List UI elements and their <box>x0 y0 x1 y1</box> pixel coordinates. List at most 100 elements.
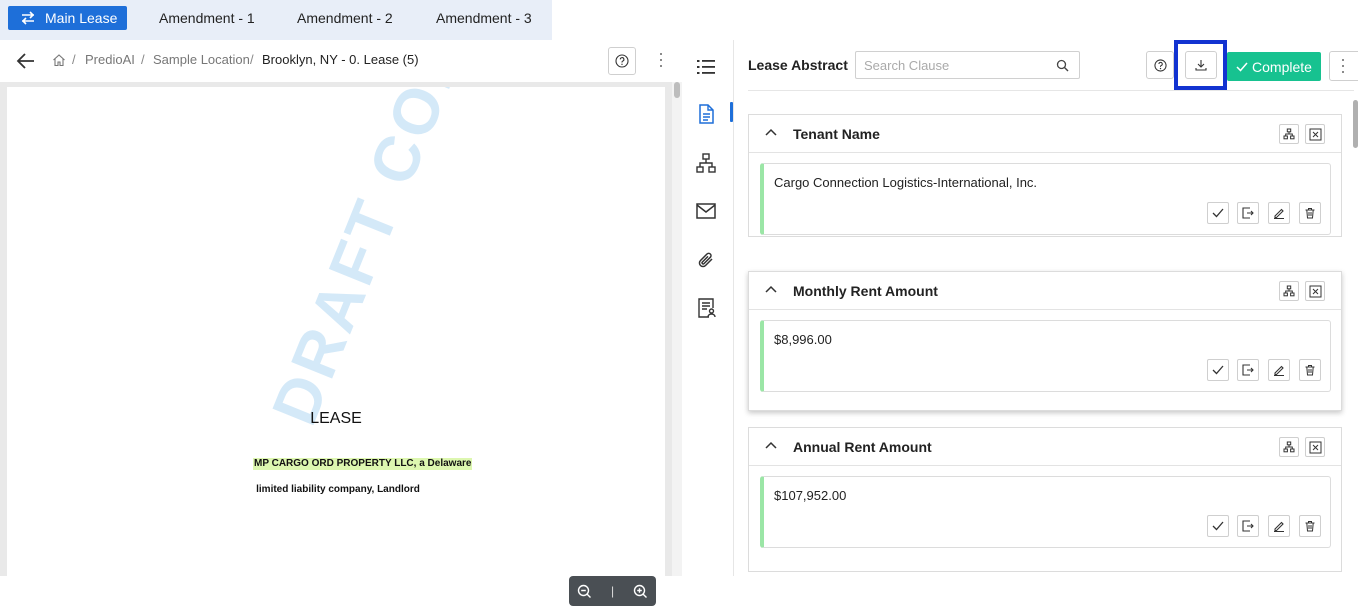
card-value[interactable]: $8,996.00 <box>774 332 832 347</box>
document-viewer-pane: / PredioAI / Sample Location / Brooklyn,… <box>0 40 682 606</box>
complete-button[interactable]: Complete <box>1227 52 1321 81</box>
active-indicator <box>730 102 733 122</box>
go-to-source-button[interactable] <box>1237 359 1259 381</box>
clause-card-monthly-rent: Monthly Rent Amount $8,996.00 <box>748 271 1342 411</box>
breadcrumb-current-document: Brooklyn, NY - 0. Lease (5) <box>262 52 419 67</box>
panel-title: Lease Abstract <box>748 57 848 73</box>
hierarchy-button[interactable] <box>1279 437 1299 457</box>
card-header: Monthly Rent Amount <box>749 272 1341 310</box>
card-title: Annual Rent Amount <box>793 439 932 455</box>
highlighted-clause-text[interactable]: MP CARGO ORD PROPERTY LLC, a Delaware <box>253 458 473 470</box>
collapse-chevron-icon[interactable] <box>765 441 777 449</box>
header-divider <box>748 90 1354 91</box>
collapse-chevron-icon[interactable] <box>765 128 777 136</box>
document-scrollbar[interactable] <box>672 82 682 576</box>
complete-label: Complete <box>1252 58 1312 75</box>
clause-card-tenant-name: Tenant Name Cargo Connection Logistics-I… <box>748 114 1342 237</box>
document-page: DRAFT COPY LEASE MP CARGO ORD PROPERTY L… <box>7 87 665 576</box>
clause-card-annual-rent: Annual Rent Amount $107,952.00 <box>748 427 1342 572</box>
card-header: Annual Rent Amount <box>749 428 1341 466</box>
card-value-box: Cargo Connection Logistics-International… <box>760 163 1331 235</box>
zoom-in-icon[interactable] <box>633 584 648 599</box>
card-title: Monthly Rent Amount <box>793 283 938 299</box>
list-icon[interactable] <box>695 56 717 78</box>
check-icon <box>1236 62 1248 72</box>
edit-button[interactable] <box>1268 515 1290 537</box>
breadcrumb-sample-location[interactable]: Sample Location <box>153 52 250 68</box>
card-value-box: $8,996.00 <box>760 320 1331 392</box>
hierarchy-icon <box>1283 285 1295 297</box>
breadcrumb-bar: / PredioAI / Sample Location / Brooklyn,… <box>0 40 682 82</box>
go-to-source-button[interactable] <box>1237 202 1259 224</box>
pencil-icon <box>1274 208 1284 219</box>
document-user-icon[interactable] <box>695 297 717 319</box>
excel-export-button[interactable] <box>1305 124 1325 144</box>
pencil-icon <box>1274 365 1284 376</box>
edit-button[interactable] <box>1268 359 1290 381</box>
document-tab-bar: Main Lease Amendment - 1 Amendment - 2 A… <box>0 0 1358 40</box>
tab-amendment-1[interactable]: Amendment - 1 <box>159 6 255 30</box>
home-icon[interactable] <box>52 53 66 67</box>
swap-icon <box>21 11 35 25</box>
more-options-icon[interactable] <box>656 50 666 70</box>
delete-button[interactable] <box>1299 202 1321 224</box>
excel-icon <box>1309 285 1321 297</box>
more-options-icon <box>1338 56 1348 76</box>
search-icon[interactable] <box>1056 59 1069 72</box>
tab-strip: Main Lease Amendment - 1 Amendment - 2 A… <box>0 0 552 40</box>
zoom-out-icon[interactable] <box>577 584 592 599</box>
excel-icon <box>1309 441 1321 453</box>
check-icon <box>1212 208 1224 218</box>
tab-main-lease[interactable]: Main Lease <box>8 6 128 30</box>
export-icon <box>1242 520 1254 532</box>
tab-label: Amendment - 3 <box>436 10 532 26</box>
tab-amendment-2[interactable]: Amendment - 2 <box>297 6 393 30</box>
lease-abstract-panel: Lease Abstract Complete Tenant Name <box>735 40 1358 576</box>
accept-button[interactable] <box>1207 515 1229 537</box>
hierarchy-button[interactable] <box>1279 281 1299 301</box>
help-button[interactable] <box>608 47 636 75</box>
hierarchy-icon[interactable] <box>695 152 717 174</box>
edit-button[interactable] <box>1268 202 1290 224</box>
lease-heading: LEASE <box>310 410 362 427</box>
attachment-icon[interactable] <box>695 249 717 271</box>
breadcrumb-separator: / <box>72 52 76 67</box>
search-clause-field[interactable] <box>855 51 1080 79</box>
help-icon <box>615 54 629 68</box>
excel-export-button[interactable] <box>1305 437 1325 457</box>
excel-export-button[interactable] <box>1305 281 1325 301</box>
help-button[interactable] <box>1146 51 1174 79</box>
breadcrumb-separator: / <box>250 52 254 67</box>
document-abstract-icon[interactable] <box>695 103 717 125</box>
download-highlight-frame <box>1174 40 1227 90</box>
card-header: Tenant Name <box>749 115 1341 153</box>
accept-button[interactable] <box>1207 202 1229 224</box>
breadcrumb-predioai[interactable]: PredioAI <box>85 52 135 68</box>
delete-button[interactable] <box>1299 515 1321 537</box>
search-input[interactable] <box>864 57 1044 73</box>
tab-label: Amendment - 2 <box>297 10 393 26</box>
delete-button[interactable] <box>1299 359 1321 381</box>
go-to-source-button[interactable] <box>1237 515 1259 537</box>
panel-more-button[interactable] <box>1329 51 1358 81</box>
trash-icon <box>1305 521 1315 532</box>
download-button[interactable] <box>1185 51 1217 79</box>
landlord-line: limited liability company, Landlord <box>256 484 420 495</box>
document-frame: DRAFT COPY LEASE MP CARGO ORD PROPERTY L… <box>0 82 682 606</box>
mail-icon[interactable] <box>695 200 717 222</box>
pencil-icon <box>1274 521 1284 532</box>
tab-amendment-3[interactable]: Amendment - 3 <box>436 6 532 30</box>
card-value[interactable]: $107,952.00 <box>774 488 846 503</box>
breadcrumb-separator: / <box>141 52 145 67</box>
panel-scrollbar[interactable] <box>1353 100 1358 148</box>
card-value[interactable]: Cargo Connection Logistics-International… <box>774 175 1037 190</box>
accept-button[interactable] <box>1207 359 1229 381</box>
help-icon <box>1153 58 1167 72</box>
scrollbar-thumb[interactable] <box>674 82 680 98</box>
hierarchy-icon <box>1283 128 1295 140</box>
trash-icon <box>1305 365 1315 376</box>
export-icon <box>1242 364 1254 376</box>
back-arrow-icon[interactable] <box>16 52 36 70</box>
collapse-chevron-icon[interactable] <box>765 285 777 293</box>
hierarchy-button[interactable] <box>1279 124 1299 144</box>
